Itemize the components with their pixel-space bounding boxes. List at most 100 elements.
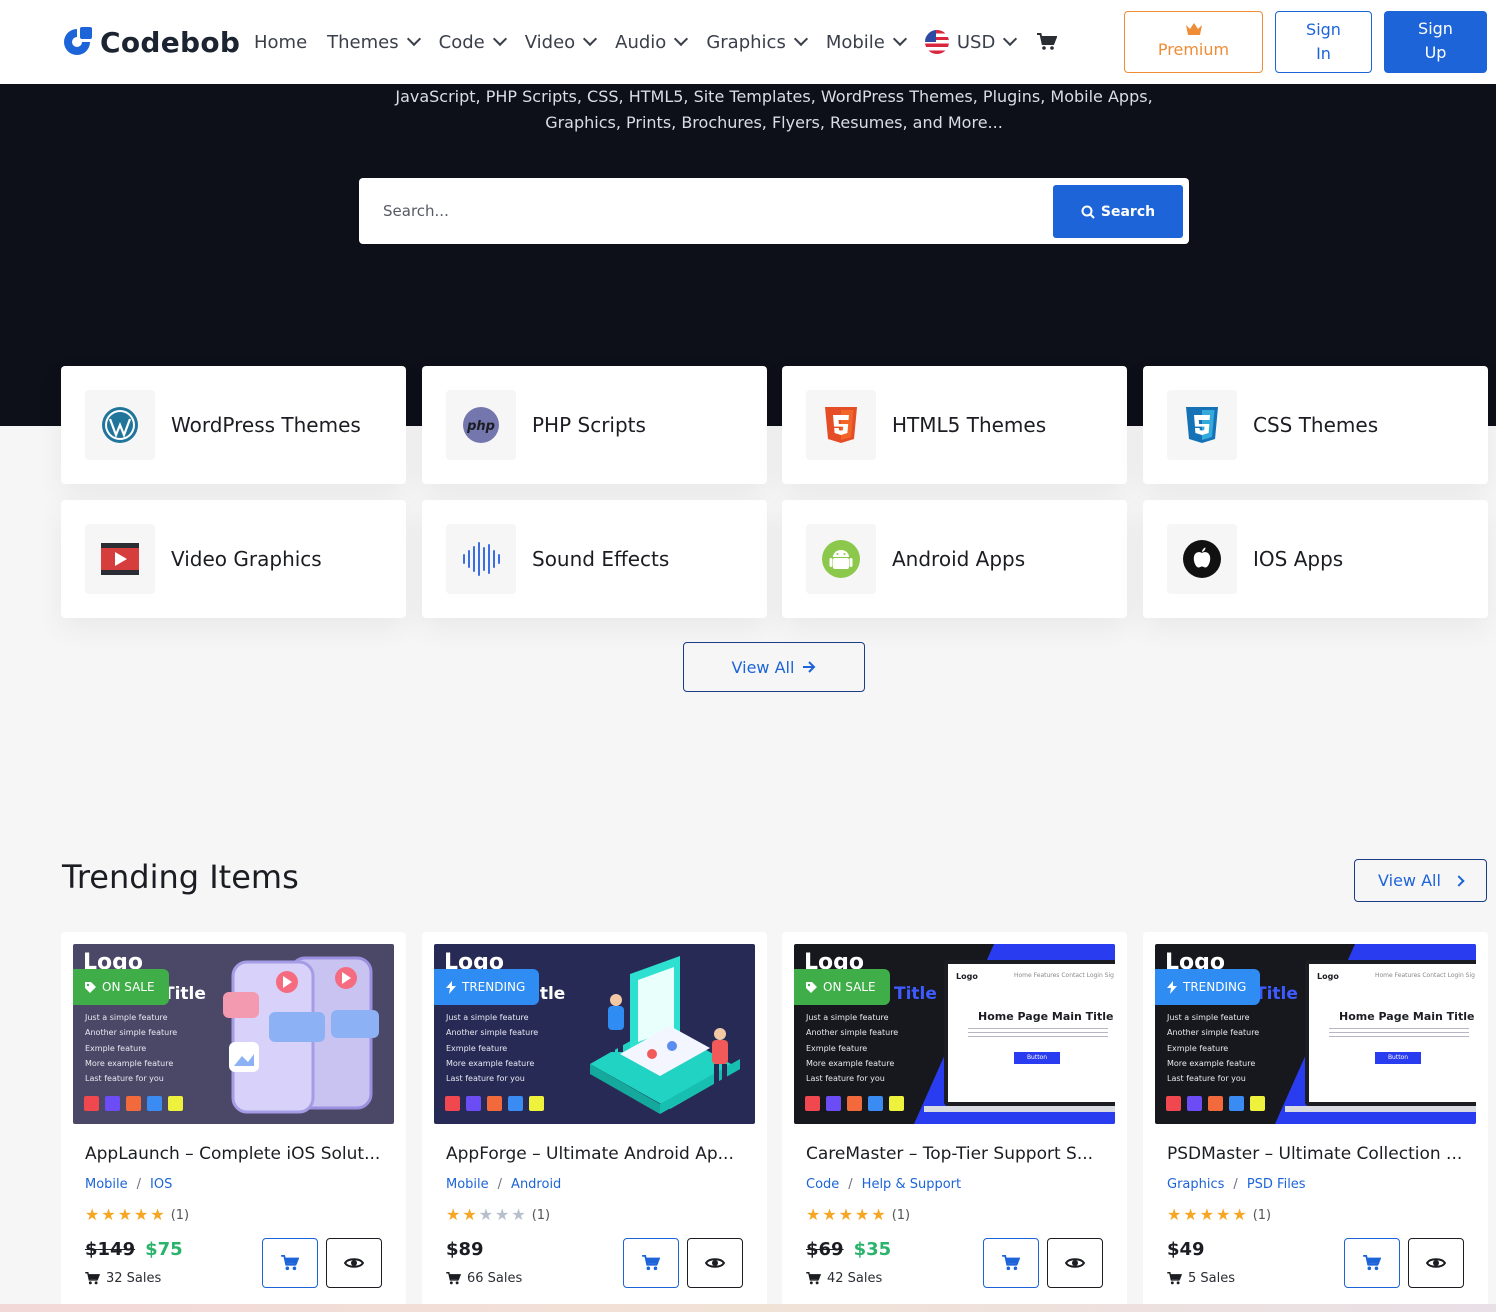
category-icon-box — [1167, 524, 1237, 594]
trending-view-all-button[interactable]: View All — [1354, 859, 1487, 902]
mock-logo: Logo — [956, 972, 978, 981]
sale-price: $35 — [853, 1239, 892, 1260]
product-name[interactable]: AppLaunch – Complete iOS Solut... — [85, 1144, 385, 1164]
chevron-down-icon — [406, 31, 421, 47]
view-all-label: View All — [1378, 871, 1441, 890]
add-to-cart-button[interactable] — [1344, 1238, 1400, 1288]
categories-view-all-button[interactable]: View All — [683, 642, 865, 692]
category-label: Sound Effects — [532, 547, 670, 571]
nav-mobile[interactable]: Mobile — [826, 32, 907, 53]
product-name[interactable]: CareMaster – Top-Tier Support S... — [806, 1144, 1106, 1164]
feature-item: Just a simple feature — [85, 1013, 168, 1022]
trending-badge: TRENDING — [434, 969, 540, 1005]
nav-themes[interactable]: Themes — [327, 31, 421, 53]
product-name[interactable]: PSDMaster – Ultimate Collection ... — [1167, 1144, 1467, 1164]
add-to-cart-button[interactable] — [983, 1238, 1039, 1288]
subcategory-link[interactable]: Help & Support — [862, 1177, 961, 1192]
sales-label: 5 Sales — [1188, 1271, 1236, 1286]
category-link[interactable]: Graphics — [1167, 1177, 1224, 1192]
review-count: (1) — [531, 1207, 551, 1223]
product-categories: Code / Help & Support — [806, 1177, 962, 1192]
product-thumbnail[interactable]: Logo Title Just a simple feature Another… — [73, 944, 394, 1124]
product-card[interactable]: Logo Title Just a simple feature Another… — [782, 932, 1127, 1312]
hero-subtitle: JavaScript, PHP Scripts, CSS, HTML5, Sit… — [360, 84, 1188, 136]
star-icon: ★ — [1216, 1205, 1231, 1224]
preview-button[interactable] — [1408, 1238, 1464, 1288]
android-icon — [822, 540, 860, 578]
category-video-graphics[interactable]: Video Graphics — [61, 500, 406, 618]
category-html5-themes[interactable]: HTML5 Themes — [782, 366, 1127, 484]
nav-video[interactable]: Video — [525, 32, 598, 53]
old-price: $69 — [806, 1239, 844, 1260]
product-thumbnail[interactable]: Logo itle Just a simple feature Another … — [434, 944, 755, 1124]
product-thumbnail[interactable]: Logo Title Just a simple feature Another… — [1155, 944, 1476, 1124]
header-cart-button[interactable] — [1037, 33, 1058, 51]
add-to-cart-button[interactable] — [623, 1238, 679, 1288]
feature-item: Another simple feature — [1167, 1028, 1260, 1038]
search-input[interactable] — [371, 188, 1051, 234]
category-ios-apps[interactable]: IOS Apps — [1143, 500, 1488, 618]
mock-button: Button — [1375, 1052, 1421, 1064]
mock-title: Home Page Main Title — [1339, 1010, 1475, 1023]
star-icon: ★ — [871, 1205, 886, 1224]
feature-item: Last feature for you — [446, 1074, 525, 1084]
cart-icon — [1167, 1272, 1182, 1285]
star-rating: ★ ★ ★ ★ ★ (1) — [85, 1207, 189, 1223]
feature-item: Last feature for you — [85, 1074, 164, 1084]
nav-graphics[interactable]: Graphics — [706, 32, 808, 53]
add-to-cart-button[interactable] — [262, 1238, 318, 1288]
mock-logo: Logo — [1317, 972, 1339, 981]
nav-home-label: Home — [254, 31, 308, 53]
star-icon: ★ — [101, 1205, 116, 1224]
star-icon: ★ — [495, 1205, 510, 1224]
category-link[interactable]: Mobile — [85, 1177, 128, 1192]
category-css-themes[interactable]: CSS Themes — [1143, 366, 1488, 484]
star-icon: ★ — [478, 1205, 494, 1224]
product-name[interactable]: AppForge – Ultimate Android Ap... — [446, 1144, 746, 1164]
subcategory-link[interactable]: PSD Files — [1247, 1177, 1306, 1192]
nav-home[interactable]: Home — [254, 32, 307, 53]
feature-item: Exmple feature — [1167, 1043, 1229, 1053]
nav-code[interactable]: Code — [439, 32, 507, 53]
currency-selector[interactable]: USD — [924, 30, 1018, 54]
cart-icon — [806, 1272, 821, 1285]
mock-title: Home Page Main Title — [978, 1010, 1114, 1023]
badge-label: ON SALE — [823, 980, 876, 994]
feature-item: Just a simple feature — [1167, 1013, 1250, 1022]
sign-up-button[interactable]: Sign Up — [1384, 11, 1487, 73]
product-categories: Mobile / Android — [446, 1177, 562, 1192]
subcategory-link[interactable]: IOS — [150, 1177, 172, 1192]
preview-button[interactable] — [1047, 1238, 1103, 1288]
preview-button[interactable] — [326, 1238, 382, 1288]
nav-audio[interactable]: Audio — [615, 32, 689, 53]
feature-item: Exmple feature — [806, 1043, 868, 1053]
feature-item: More example feature — [85, 1058, 174, 1068]
category-sound-effects[interactable]: Sound Effects — [422, 500, 767, 618]
sign-in-label: Sign In — [1306, 20, 1341, 63]
mock-paragraph — [968, 1028, 1108, 1038]
search-button-label: Search — [1100, 203, 1156, 220]
product-card[interactable]: Logo Title Just a simple feature Another… — [61, 932, 406, 1312]
category-wordpress-themes[interactable]: WordPress Themes — [61, 366, 406, 484]
search-button[interactable]: Search — [1053, 185, 1183, 238]
category-label: IOS Apps — [1253, 547, 1344, 571]
trending-title: Trending Items — [62, 858, 299, 896]
brand-logo[interactable]: Codebob — [60, 22, 240, 62]
badge-label: TRENDING — [462, 980, 526, 994]
star-icon: ★ — [1183, 1205, 1198, 1224]
product-card[interactable]: Logo itle Just a simple feature Another … — [422, 932, 767, 1312]
sign-in-button[interactable]: Sign In — [1275, 11, 1372, 73]
subcategory-link[interactable]: Android — [511, 1177, 561, 1192]
product-thumbnail[interactable]: Logo Title Just a simple feature Another… — [794, 944, 1115, 1124]
premium-button[interactable]: Premium — [1124, 11, 1263, 73]
product-card[interactable]: Logo Title Just a simple feature Another… — [1143, 932, 1488, 1312]
top-navbar: Codebob Home Themes Code Video Audio Gra… — [0, 0, 1496, 84]
category-link[interactable]: Code — [806, 1177, 839, 1192]
category-link[interactable]: Mobile — [446, 1177, 489, 1192]
feature-item: More example feature — [806, 1058, 895, 1068]
preview-button[interactable] — [687, 1238, 743, 1288]
category-label: CSS Themes — [1253, 413, 1379, 437]
category-php-scripts[interactable]: php PHP Scripts — [422, 366, 767, 484]
category-android-apps[interactable]: Android Apps — [782, 500, 1127, 618]
badge-label: TRENDING — [1183, 980, 1247, 994]
